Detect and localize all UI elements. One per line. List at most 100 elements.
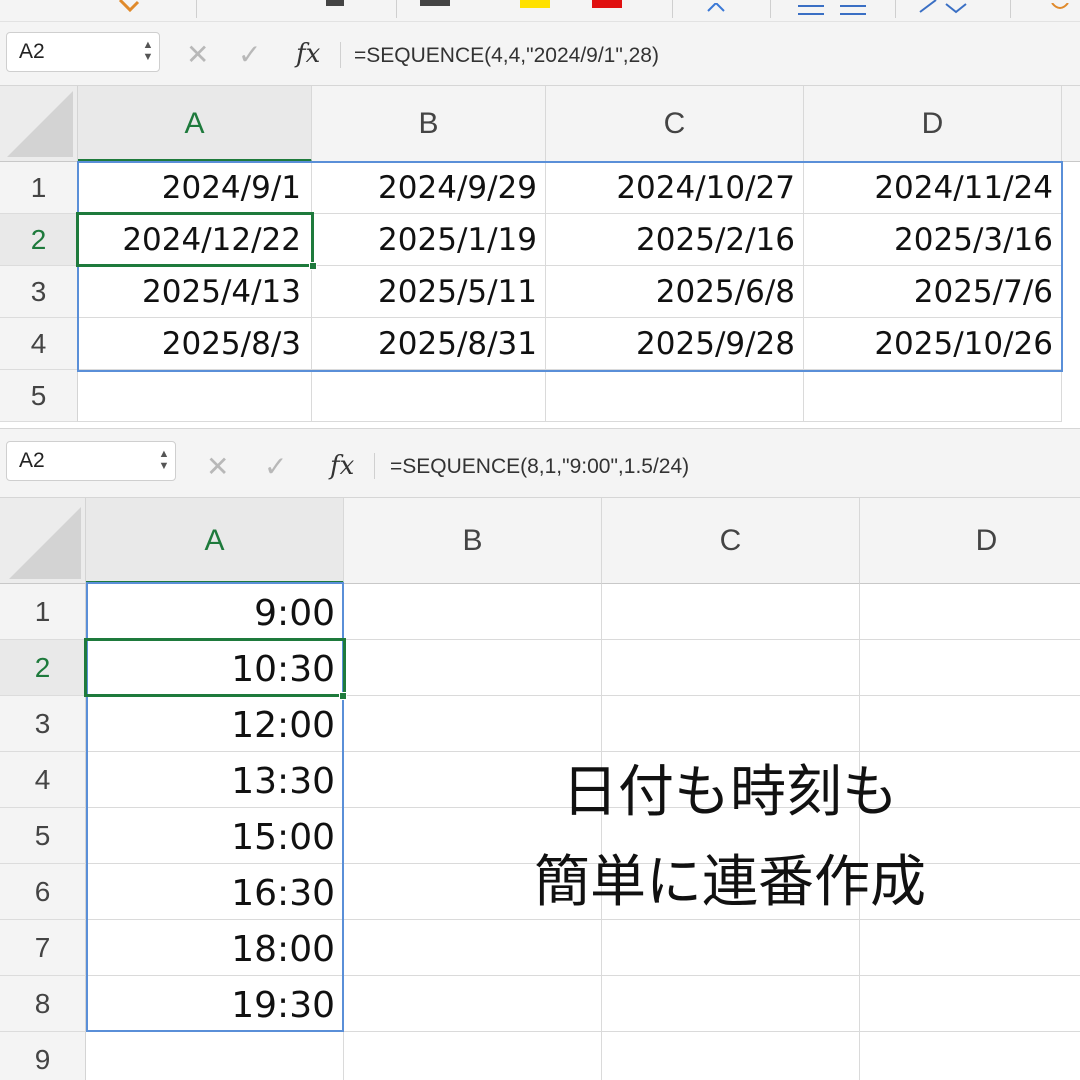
cell-c3[interactable]: [602, 696, 860, 752]
column-header-a[interactable]: A: [86, 498, 344, 584]
confirm-icon[interactable]: ✓: [264, 453, 287, 481]
toolbar-divider: [895, 0, 896, 18]
cell-c8[interactable]: [602, 976, 860, 1032]
function-icon[interactable]: fx: [296, 39, 320, 69]
column-header-e[interactable]: [1062, 86, 1080, 162]
cell-d7[interactable]: [860, 920, 1080, 976]
sort-icon[interactable]: [706, 0, 726, 12]
cell-a8[interactable]: 19:30: [86, 976, 344, 1032]
cell-b2[interactable]: 2025/1/19: [312, 214, 546, 266]
column-header-a[interactable]: A: [78, 86, 312, 162]
fill-handle[interactable]: [309, 262, 317, 270]
cell-a5[interactable]: 15:00: [86, 808, 344, 864]
name-box-stepper-icon[interactable]: ▲ ▼: [157, 442, 171, 480]
cancel-icon[interactable]: ✕: [206, 453, 229, 481]
cell-c9[interactable]: [602, 1032, 860, 1080]
function-icon[interactable]: fx: [330, 451, 354, 481]
row-header-7[interactable]: 7: [0, 920, 86, 976]
row-header-2[interactable]: 2: [0, 640, 86, 696]
column-header-b[interactable]: B: [312, 86, 546, 162]
row-header-1[interactable]: 1: [0, 162, 78, 214]
name-box[interactable]: A2 ▲ ▼: [6, 32, 160, 72]
wrap-icon[interactable]: [916, 0, 976, 14]
more-icon[interactable]: [1050, 0, 1070, 10]
row-header-3[interactable]: 3: [0, 696, 86, 752]
cell-d9[interactable]: [860, 1032, 1080, 1080]
row-header-9[interactable]: 9: [0, 1032, 86, 1080]
cell-a4[interactable]: 2025/8/3: [78, 318, 312, 370]
cell-a1[interactable]: 2024/9/1: [78, 162, 312, 214]
highlight-icon[interactable]: [520, 0, 550, 8]
cell-d8[interactable]: [860, 976, 1080, 1032]
cell-a7[interactable]: 18:00: [86, 920, 344, 976]
column-header-c[interactable]: C: [602, 498, 860, 584]
cell-a5[interactable]: [78, 370, 312, 422]
column-header-d[interactable]: D: [860, 498, 1080, 584]
cancel-icon[interactable]: ✕: [186, 41, 209, 69]
row-header-4[interactable]: 4: [0, 752, 86, 808]
cell-b8[interactable]: [344, 976, 602, 1032]
cell-c1[interactable]: [602, 584, 860, 640]
underline-icon[interactable]: [420, 0, 450, 6]
text-color-icon[interactable]: [326, 0, 344, 6]
select-all-corner[interactable]: [0, 86, 78, 162]
cell-d2[interactable]: [860, 640, 1080, 696]
formula-input-2[interactable]: =SEQUENCE(8,1,"9:00",1.5/24): [390, 455, 689, 479]
cell-b9[interactable]: [344, 1032, 602, 1080]
name-box-2[interactable]: A2 ▲ ▼: [6, 441, 176, 481]
row-header-4[interactable]: 4: [0, 318, 78, 370]
column-header-b[interactable]: B: [344, 498, 602, 584]
confirm-icon[interactable]: ✓: [238, 41, 261, 69]
brush-icon[interactable]: [118, 0, 144, 14]
cell-b4[interactable]: 2025/8/31: [312, 318, 546, 370]
cell-a6[interactable]: 16:30: [86, 864, 344, 920]
cell-a9[interactable]: [86, 1032, 344, 1080]
row-header-8[interactable]: 8: [0, 976, 86, 1032]
cell-d3[interactable]: [860, 696, 1080, 752]
cell-c2[interactable]: [602, 640, 860, 696]
cell-d4[interactable]: 2025/10/26: [804, 318, 1062, 370]
cell-a3[interactable]: 2025/4/13: [78, 266, 312, 318]
cell-a2[interactable]: 10:30: [86, 640, 344, 696]
row-header-5[interactable]: 5: [0, 370, 78, 422]
row-header-5[interactable]: 5: [0, 808, 86, 864]
row-header-2[interactable]: 2: [0, 214, 78, 266]
row-header-3[interactable]: 3: [0, 266, 78, 318]
cell-c5[interactable]: [546, 370, 804, 422]
toolbar-divider: [196, 0, 197, 18]
cell-c2[interactable]: 2025/2/16: [546, 214, 804, 266]
row-header-6[interactable]: 6: [0, 864, 86, 920]
cell-b2[interactable]: [344, 640, 602, 696]
formula-bar: A2 ▲ ▼ ✕ ✓ fx =SEQUENCE(4,4,"2024/9/1",28…: [0, 22, 1080, 86]
cell-d3[interactable]: 2025/7/6: [804, 266, 1062, 318]
column-header-c[interactable]: C: [546, 86, 804, 162]
name-box-stepper-icon[interactable]: ▲ ▼: [141, 33, 155, 71]
fill-color-icon[interactable]: [592, 0, 622, 8]
cell-b7[interactable]: [344, 920, 602, 976]
cell-d1[interactable]: [860, 584, 1080, 640]
cell-d2[interactable]: 2025/3/16: [804, 214, 1062, 266]
toolbar-divider: [1010, 0, 1011, 18]
cell-c7[interactable]: [602, 920, 860, 976]
row-header-1[interactable]: 1: [0, 584, 86, 640]
cell-b1[interactable]: [344, 584, 602, 640]
cell-c1[interactable]: 2024/10/27: [546, 162, 804, 214]
cell-b5[interactable]: [312, 370, 546, 422]
cell-d5[interactable]: [804, 370, 1062, 422]
cell-a3[interactable]: 12:00: [86, 696, 344, 752]
cell-a1[interactable]: 9:00: [86, 584, 344, 640]
fill-handle[interactable]: [339, 692, 347, 700]
cell-b3[interactable]: [344, 696, 602, 752]
toolbar-divider: [770, 0, 771, 18]
cell-d1[interactable]: 2024/11/24: [804, 162, 1062, 214]
cell-c3[interactable]: 2025/6/8: [546, 266, 804, 318]
indent-icon[interactable]: [796, 0, 868, 18]
cell-a2[interactable]: 2024/12/22: [78, 214, 312, 266]
cell-c4[interactable]: 2025/9/28: [546, 318, 804, 370]
cell-a4[interactable]: 13:30: [86, 752, 344, 808]
formula-input[interactable]: =SEQUENCE(4,4,"2024/9/1",28): [354, 44, 659, 68]
cell-b3[interactable]: 2025/5/11: [312, 266, 546, 318]
select-all-corner[interactable]: [0, 498, 86, 584]
cell-b1[interactable]: 2024/9/29: [312, 162, 546, 214]
column-header-d[interactable]: D: [804, 86, 1062, 162]
